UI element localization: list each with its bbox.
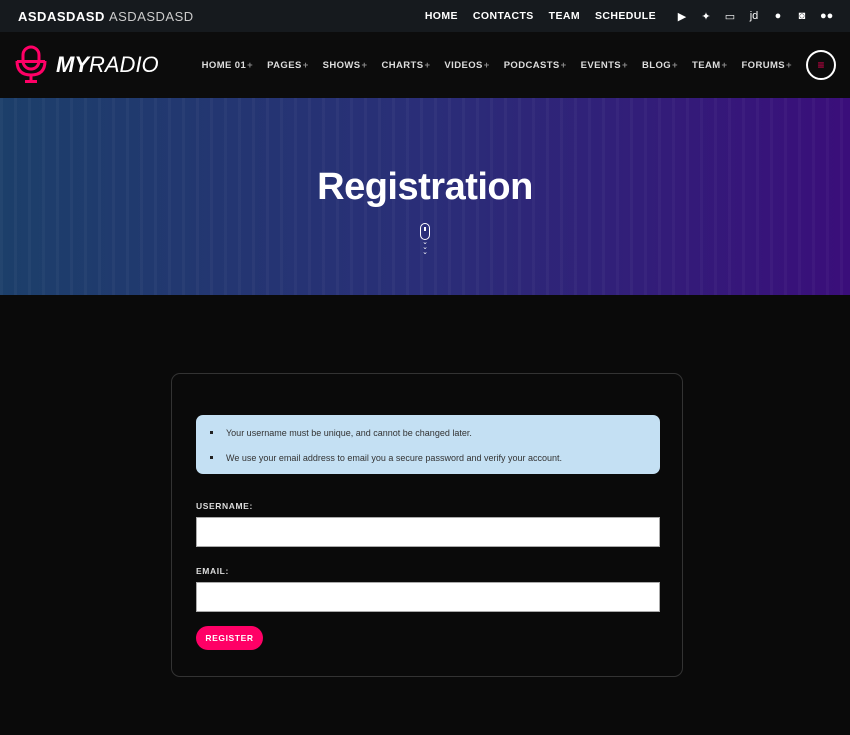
menu-item[interactable]: PODCASTS+ [504, 60, 567, 71]
tagline-bold: ASDASDASD [18, 8, 105, 24]
site-tagline: ASDASDASD ASDASDASD [18, 9, 194, 24]
social-links: ▶ ✦ ▭ jd ● ◙ ●● [676, 10, 834, 23]
registration-form: Your username must be unique, and cannot… [171, 373, 683, 677]
top-link-schedule[interactable]: SCHEDULE [595, 10, 656, 22]
menu-item[interactable]: VIDEOS+ [444, 60, 489, 71]
microphone-icon [15, 45, 47, 83]
menu-item[interactable]: PAGES+ [267, 60, 309, 71]
username-label: USERNAME: [196, 501, 253, 511]
top-links: HOME CONTACTS TEAM SCHEDULE [425, 10, 656, 22]
tagline-light: ASDASDASD [108, 8, 194, 24]
hero-banner: Registration ⌄ ⌄ ⌄ [0, 98, 850, 295]
apple-icon[interactable]: ● [772, 10, 784, 23]
menu-item[interactable]: FORUMS+ [741, 60, 792, 71]
menu-label: FORUMS [741, 59, 786, 71]
menu-item[interactable]: CHARTS+ [381, 60, 430, 71]
menu-item[interactable]: SHOWS+ [323, 60, 368, 71]
youtube-icon[interactable]: ▶ [676, 10, 688, 23]
twitch-icon[interactable]: ▭ [724, 10, 736, 23]
email-input[interactable] [196, 582, 660, 612]
menu-label: TEAM [692, 59, 721, 71]
top-bar: ASDASDASD ASDASDASD HOME CONTACTS TEAM S… [0, 0, 850, 32]
info-notice: Your username must be unique, and cannot… [196, 415, 660, 474]
page-title: Registration [317, 166, 533, 208]
logo-light: RADIO [89, 52, 159, 77]
top-link-contacts[interactable]: CONTACTS [473, 10, 534, 22]
menu-item[interactable]: EVENTS+ [581, 60, 628, 71]
plus-icon: + [424, 59, 431, 71]
twitter-icon[interactable]: ✦ [700, 10, 712, 23]
plus-icon: + [721, 59, 728, 71]
main-menu: HOME 01+ PAGES+ SHOWS+ CHARTS+ VIDEOS+ P… [202, 60, 792, 71]
menu-label: HOME 01 [201, 59, 247, 71]
menu-label: PODCASTS [503, 59, 560, 71]
menu-label: BLOG [642, 59, 672, 71]
menu-label: PAGES [267, 59, 302, 71]
logo-bold: MY [56, 52, 89, 77]
main-nav: MYRADIO HOME 01+ PAGES+ SHOWS+ CHARTS+ V… [0, 32, 850, 98]
plus-icon: + [672, 59, 678, 71]
plus-icon: + [560, 59, 567, 71]
menu-label: VIDEOS [444, 59, 483, 71]
plus-icon: + [786, 59, 792, 71]
email-label: EMAIL: [196, 566, 229, 576]
jd-icon[interactable]: jd [748, 10, 760, 23]
plus-icon: + [302, 59, 309, 71]
menu-label: CHARTS [381, 59, 424, 71]
scroll-mouse-icon[interactable] [420, 223, 430, 240]
hamburger-menu-button[interactable]: ≡ [806, 50, 836, 80]
flickr-icon[interactable]: ●● [820, 10, 833, 23]
top-link-team[interactable]: TEAM [549, 10, 580, 22]
logo[interactable]: MYRADIO [14, 45, 159, 85]
username-input[interactable] [196, 517, 660, 547]
top-link-home[interactable]: HOME [425, 10, 458, 22]
plus-icon: + [361, 59, 368, 71]
logo-text: MYRADIO [56, 52, 159, 78]
register-button[interactable]: REGISTER [196, 626, 263, 650]
plus-icon: + [247, 59, 254, 71]
plus-icon: + [622, 59, 628, 71]
menu-item[interactable]: TEAM+ [692, 60, 727, 71]
scroll-down-chevrons-icon: ⌄ ⌄ ⌄ [422, 239, 428, 256]
hamburger-icon: ≡ [817, 58, 825, 72]
menu-item[interactable]: BLOG+ [642, 60, 678, 71]
menu-item[interactable]: HOME 01+ [202, 60, 253, 71]
menu-label: EVENTS [580, 59, 622, 71]
menu-label: SHOWS [322, 59, 361, 71]
notice-item: Your username must be unique, and cannot… [210, 426, 660, 439]
notice-item: We use your email address to email you a… [210, 451, 660, 464]
plus-icon: + [483, 59, 490, 71]
instagram-icon[interactable]: ◙ [796, 10, 808, 23]
